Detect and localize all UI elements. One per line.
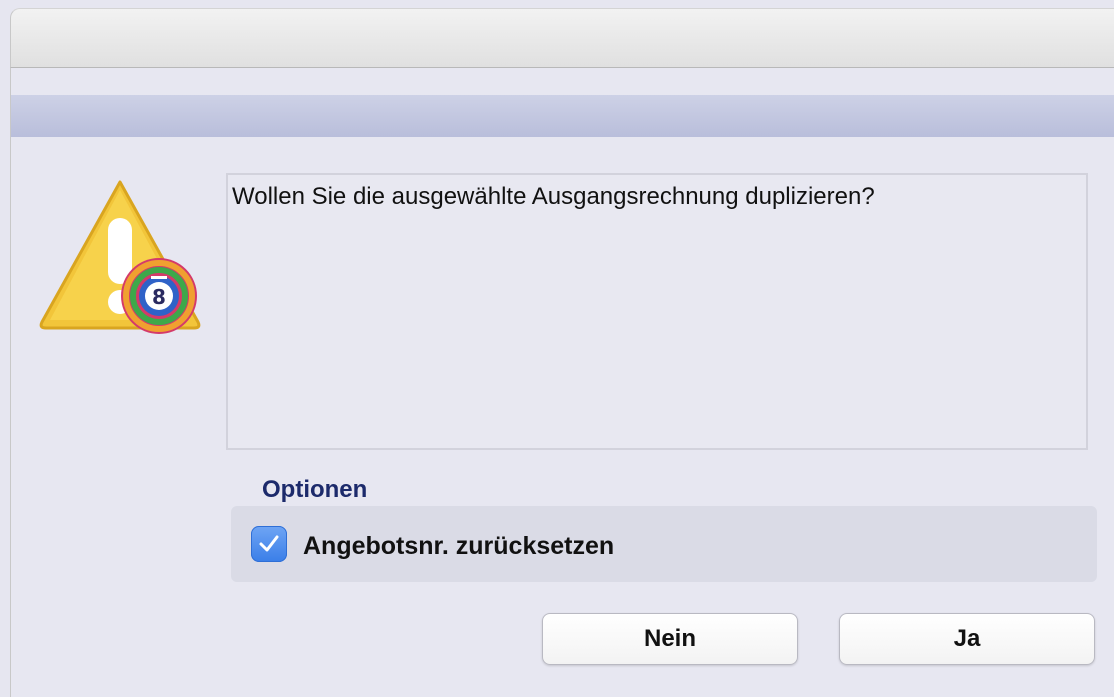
yes-button[interactable]: Ja <box>839 613 1095 665</box>
header-band <box>10 95 1114 137</box>
checkmark-icon <box>259 535 279 552</box>
message-box: Wollen Sie die ausgewählte Ausgangsrechn… <box>226 173 1088 450</box>
message-text: Wollen Sie die ausgewählte Ausgangsrechn… <box>232 183 875 210</box>
options-panel: Angebotsnr. zurücksetzen <box>231 506 1097 582</box>
svg-text:8: 8 <box>152 285 166 309</box>
no-button[interactable]: Nein <box>542 613 798 665</box>
reset-offer-number-label[interactable]: Angebotsnr. zurücksetzen <box>303 532 614 561</box>
reset-offer-number-checkbox[interactable] <box>251 526 287 562</box>
window-titlebar[interactable] <box>10 8 1114 68</box>
app-logo-icon: 8 <box>121 258 197 334</box>
options-title: Optionen <box>262 476 368 503</box>
warning-icon: 8 <box>38 176 202 336</box>
